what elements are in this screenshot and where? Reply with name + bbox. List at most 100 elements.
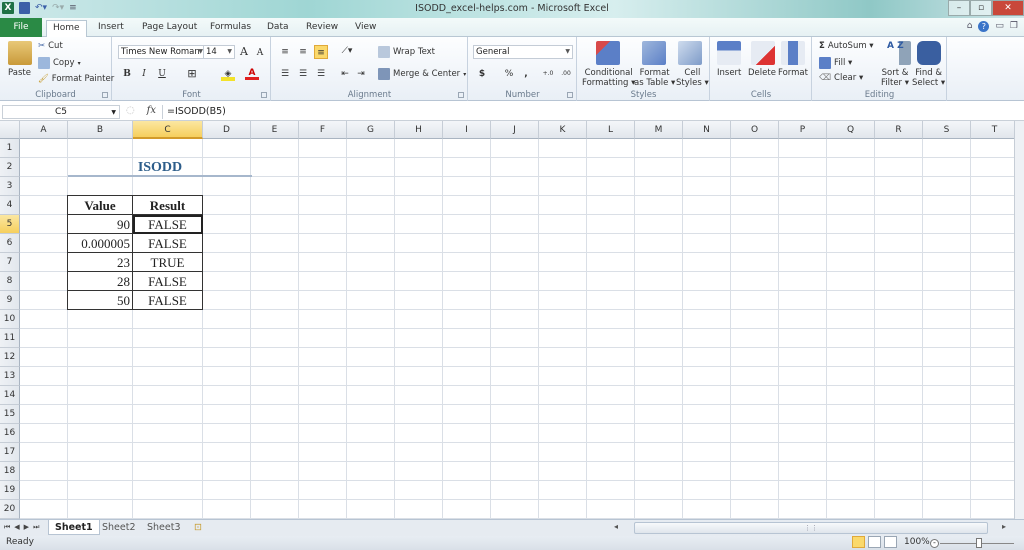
value-cell[interactable]: 23 — [68, 253, 133, 272]
minimize-ribbon-icon[interactable]: ⌂ — [967, 21, 973, 32]
name-box[interactable]: C5 ▼ — [2, 105, 120, 119]
row-header-20[interactable]: 20 — [0, 500, 20, 519]
conditional-formatting-button[interactable]: Conditional Formatting ▾ — [582, 68, 635, 88]
column-header-n[interactable]: N — [683, 121, 731, 139]
align-bottom-icon[interactable]: ≡ — [314, 45, 328, 59]
cell-styles-icon[interactable] — [678, 41, 702, 65]
row-header-18[interactable]: 18 — [0, 462, 20, 481]
column-header-e[interactable]: E — [251, 121, 299, 139]
column-header-q[interactable]: Q — [827, 121, 875, 139]
horizontal-scrollbar[interactable]: ◂ ⋮⋮ ▸ — [612, 522, 1016, 534]
column-header-o[interactable]: O — [731, 121, 779, 139]
format-painter-button[interactable]: 🖌 Format Painter — [38, 74, 114, 84]
zoom-slider[interactable]: - — [930, 538, 1024, 548]
italic-button[interactable]: I — [137, 67, 151, 81]
column-header-r[interactable]: R — [875, 121, 923, 139]
row-header-12[interactable]: 12 — [0, 348, 20, 367]
zoom-out-icon[interactable]: - — [930, 539, 939, 548]
find-select-button[interactable]: Find & Select ▾ — [912, 68, 945, 88]
row-header-15[interactable]: 15 — [0, 405, 20, 424]
binoculars-icon[interactable] — [917, 41, 941, 65]
row-header-6[interactable]: 6 — [0, 234, 20, 253]
copy-button[interactable]: Copy ▾ — [38, 57, 81, 69]
row-header-9[interactable]: 9 — [0, 291, 20, 310]
column-header-g[interactable]: G — [347, 121, 395, 139]
select-all-corner[interactable] — [0, 121, 20, 139]
column-header-d[interactable]: D — [203, 121, 251, 139]
insert-sheet-icon[interactable]: ⊡ — [188, 520, 208, 535]
value-cell[interactable]: 50 — [68, 291, 133, 310]
shrink-font-button[interactable]: A — [253, 46, 267, 60]
number-launcher[interactable] — [567, 92, 573, 98]
cut-button[interactable]: ✂ Cut — [38, 41, 63, 51]
insert-cells-button[interactable]: Insert — [717, 68, 741, 78]
vertical-scrollbar[interactable] — [1014, 121, 1024, 519]
number-format-select[interactable]: General ▼ — [473, 45, 573, 59]
bold-button[interactable]: B — [120, 67, 134, 81]
fill-button[interactable]: Fill ▾ — [819, 57, 852, 69]
result-cell[interactable]: FALSE — [133, 234, 203, 253]
normal-view-icon[interactable] — [852, 536, 865, 548]
row-header-1[interactable]: 1 — [0, 139, 20, 158]
clear-button[interactable]: ⌫ Clear ▾ — [819, 73, 863, 83]
format-as-table-button[interactable]: Format as Table ▾ — [634, 68, 675, 88]
row-header-4[interactable]: 4 — [0, 196, 20, 215]
tab-file[interactable]: File — [0, 18, 42, 37]
tab-review[interactable]: Review — [300, 20, 344, 37]
alignment-launcher[interactable] — [458, 92, 464, 98]
column-header-a[interactable]: A — [20, 121, 68, 139]
clipboard-launcher[interactable] — [102, 92, 108, 98]
borders-icon[interactable]: ⊞ — [185, 67, 199, 81]
value-cell[interactable]: 28 — [68, 272, 133, 291]
row-header-10[interactable]: 10 — [0, 310, 20, 329]
sheet-title-cell[interactable]: ISODD — [68, 158, 252, 177]
delete-cells-button[interactable]: Delete — [748, 68, 776, 78]
column-header-m[interactable]: M — [635, 121, 683, 139]
increase-indent-icon[interactable]: ⇥ — [354, 67, 368, 81]
row-header-14[interactable]: 14 — [0, 386, 20, 405]
comma-button[interactable]: , — [519, 67, 533, 81]
tab-insert[interactable]: Insert — [92, 20, 130, 37]
sheet-tab-sheet1[interactable]: Sheet1 — [48, 520, 100, 535]
align-top-icon[interactable]: ≡ — [278, 45, 292, 59]
row-header-3[interactable]: 3 — [0, 177, 20, 196]
align-right-icon[interactable]: ☰ — [314, 67, 328, 81]
horizontal-scroll-thumb[interactable]: ⋮⋮ — [634, 522, 988, 534]
insert-function-button[interactable]: fx — [147, 105, 156, 116]
row-header-19[interactable]: 19 — [0, 481, 20, 500]
decrease-indent-icon[interactable]: ⇤ — [338, 67, 352, 81]
tab-page-layout[interactable]: Page Layout — [136, 20, 203, 37]
tab-formulas[interactable]: Formulas — [204, 20, 257, 37]
restore-window-icon[interactable]: ▭ — [995, 21, 1004, 32]
header-cell-value[interactable]: Value — [68, 196, 133, 215]
help-icon[interactable]: ? — [978, 21, 990, 32]
scroll-left-icon[interactable]: ◂ — [614, 522, 618, 531]
formula-input[interactable]: =ISODD(B5) — [162, 105, 1022, 119]
result-cell[interactable]: TRUE — [133, 253, 203, 272]
row-header-8[interactable]: 8 — [0, 272, 20, 291]
tab-view[interactable]: View — [349, 20, 382, 37]
grow-font-button[interactable]: A — [237, 45, 251, 59]
cell-styles-button[interactable]: Cell Styles ▾ — [676, 68, 709, 88]
column-header-l[interactable]: L — [587, 121, 635, 139]
currency-button[interactable]: $ — [475, 67, 489, 81]
orientation-icon[interactable]: ⟋▾ — [340, 44, 354, 58]
row-header-7[interactable]: 7 — [0, 253, 20, 272]
row-header-5[interactable]: 5 — [0, 215, 20, 234]
sheet-nav-buttons[interactable]: ⏮◀▶⏭ — [4, 523, 43, 532]
font-launcher[interactable] — [261, 92, 267, 98]
column-header-j[interactable]: J — [491, 121, 539, 139]
column-header-i[interactable]: I — [443, 121, 491, 139]
close-button[interactable]: ✕ — [992, 0, 1024, 16]
row-header-13[interactable]: 13 — [0, 367, 20, 386]
format-cells-button[interactable]: Format — [778, 68, 808, 78]
format-cells-icon[interactable] — [781, 41, 805, 65]
result-cell[interactable]: FALSE — [133, 272, 203, 291]
tab-data[interactable]: Data — [261, 20, 295, 37]
cancel-entry-icon[interactable]: ◌ — [126, 105, 135, 116]
zoom-thumb[interactable] — [976, 538, 982, 548]
autosum-button[interactable]: Σ AutoSum ▾ — [819, 41, 874, 51]
column-header-f[interactable]: F — [299, 121, 347, 139]
column-header-t[interactable]: T — [971, 121, 1014, 139]
paste-icon[interactable] — [8, 41, 32, 65]
